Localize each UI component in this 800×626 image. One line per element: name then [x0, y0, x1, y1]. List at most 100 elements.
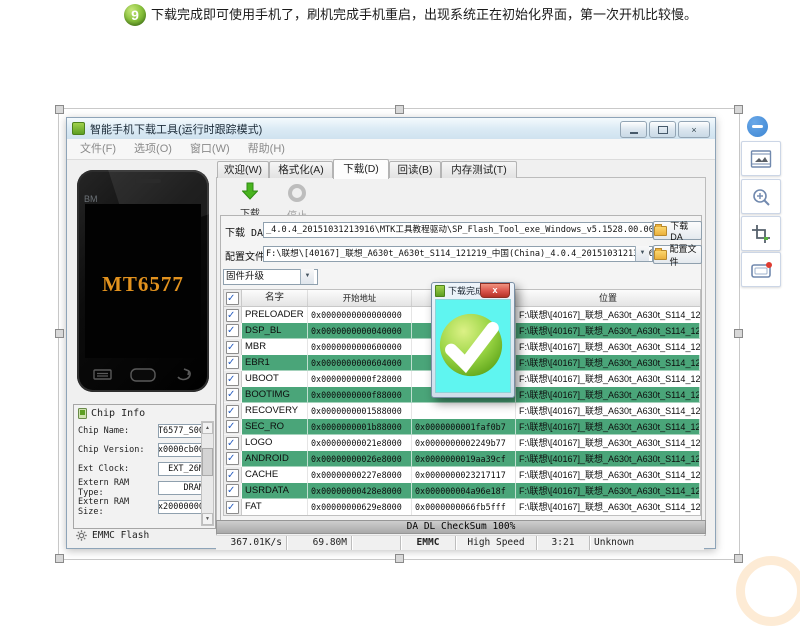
table-cell-start: 0x0000000000604000	[308, 355, 412, 371]
checkbox-checked-icon[interactable]	[226, 341, 239, 354]
checkbox-checked-icon[interactable]	[226, 420, 239, 433]
dialog-close-button[interactable]: x	[480, 283, 510, 298]
phone-preview: BM MT6577	[77, 170, 209, 392]
table-row[interactable]: FAT0x00000000629e80000x0000000066fb5fffF…	[224, 499, 700, 515]
screenshot-canvas: 9 下载完成即可使用手机了，刷机完成手机重启，出现系统正在初始化界面，第一次开机…	[0, 0, 800, 595]
scroll-down-icon[interactable]: ▼	[202, 513, 213, 525]
table-cell-loc: F:\联想\[40167]_联想_A630t_A630t_S114_121219…	[516, 419, 700, 435]
selection-handle[interactable]	[55, 554, 64, 563]
image-preview-button[interactable]	[741, 141, 781, 176]
table-cell-start: 0x00000000021e8000	[308, 435, 412, 451]
scatter-label: 配置文件	[225, 248, 265, 263]
screenshot-button[interactable]	[741, 252, 781, 287]
tab-3[interactable]: 回读(B)	[389, 161, 441, 178]
table-cell-end: 0x0000000066fb5fff	[412, 499, 516, 515]
checkbox-checked-icon[interactable]	[226, 469, 239, 482]
checkbox-checked-icon[interactable]	[226, 405, 239, 418]
stop-icon	[288, 184, 306, 202]
selection-handle[interactable]	[395, 105, 404, 114]
flash-type-row: EMMC Flash	[76, 530, 149, 541]
step-number-badge: 9	[124, 4, 146, 26]
scroll-thumb[interactable]	[202, 448, 213, 476]
menu-item-3[interactable]: 帮助(H)	[239, 139, 294, 159]
gear-icon	[76, 530, 87, 541]
chip-field-value[interactable]: 0x20000000	[158, 500, 206, 514]
da-browse-button[interactable]: 下载 DA	[653, 221, 702, 240]
status-cell-1: 69.80M	[287, 536, 352, 550]
table-cell-start: 0x0000000000000000	[308, 307, 412, 323]
crop-button[interactable]	[741, 216, 781, 251]
row-checkbox-cell	[224, 355, 242, 371]
table-cell-loc: F:\联想\[40167]_联想_A630t_A630t_S114_121219…	[516, 403, 700, 419]
checkbox-checked-icon[interactable]	[226, 452, 239, 465]
checkbox-checked-icon[interactable]	[226, 373, 239, 386]
checkbox-checked-icon[interactable]	[226, 501, 239, 514]
chip-scrollbar[interactable]: ▲ ▼	[201, 421, 214, 526]
table-cell-start: 0x0000000000f28000	[308, 371, 412, 387]
selection-handle[interactable]	[395, 554, 404, 563]
window-title: 智能手机下载工具(运行时跟踪模式)	[90, 121, 262, 137]
zoom-in-button[interactable]	[741, 179, 781, 214]
table-header-cell: 开始地址	[308, 290, 412, 306]
selection-handle[interactable]	[55, 105, 64, 114]
table-cell-name: UBOOT	[242, 371, 308, 387]
table-cell-start: 0x0000000000600000	[308, 339, 412, 355]
chip-field-label: Ext Clock:	[78, 464, 158, 474]
minimize-icon	[630, 132, 638, 134]
menu-item-0[interactable]: 文件(F)	[71, 139, 125, 159]
scatter-path-combo[interactable]: F:\联想\[40167]_联想_A630t_A630t_S114_121219…	[263, 246, 653, 262]
scatter-browse-button[interactable]: 配置文件	[653, 245, 702, 264]
da-path-input[interactable]: _4.0.4_20151031213916\MTK工具教程驱动\SP_Flash…	[263, 222, 653, 238]
table-row[interactable]: ANDROID0x00000000026e80000x0000000019aa3…	[224, 451, 700, 467]
corner-watermark	[736, 556, 800, 626]
checkbox-checked-icon[interactable]	[226, 356, 239, 369]
window-titlebar[interactable]: 智能手机下载工具(运行时跟踪模式)	[67, 118, 715, 140]
tab-2[interactable]: 下载(D)	[333, 159, 389, 179]
checkbox-checked-icon[interactable]	[226, 388, 239, 401]
table-row[interactable]: SEC_RO0x0000000001b880000x0000000001faf0…	[224, 419, 700, 435]
row-checkbox-cell	[224, 339, 242, 355]
menu-item-2[interactable]: 窗口(W)	[181, 139, 239, 159]
tab-0[interactable]: 欢迎(W)	[217, 161, 269, 178]
table-row[interactable]: LOGO0x00000000021e80000x0000000002249b77…	[224, 435, 700, 451]
chevron-down-icon[interactable]: ▼	[635, 246, 649, 261]
scroll-up-icon[interactable]: ▲	[202, 422, 213, 434]
table-cell-start: 0x0000000000f88000	[308, 387, 412, 403]
screenshot-icon	[750, 260, 772, 280]
status-cell-5: 3:21	[537, 536, 590, 550]
selection-handle[interactable]	[734, 329, 743, 338]
row-checkbox-cell	[224, 307, 242, 323]
table-row[interactable]: CACHE0x00000000227e80000x000000002321711…	[224, 467, 700, 483]
selection-handle[interactable]	[734, 554, 743, 563]
tab-4[interactable]: 内存测试(T)	[441, 161, 517, 178]
chip-icon	[78, 408, 87, 419]
status-cell-2	[352, 536, 401, 550]
chip-field-value[interactable]: MT6577_S00	[158, 424, 206, 438]
selection-handle[interactable]	[55, 329, 64, 338]
chip-field-value[interactable]: DRAM	[158, 481, 206, 495]
table-row[interactable]: RECOVERY0x0000000001588000F:\联想\[40167]_…	[224, 403, 700, 419]
chip-field-row: Chip Version:0x0000cb00	[74, 440, 215, 459]
checkbox-checked-icon[interactable]	[226, 324, 239, 337]
home-key-icon	[130, 368, 156, 382]
chip-field-value[interactable]: EXT_26M	[158, 462, 206, 476]
collapse-minus-button[interactable]	[747, 116, 768, 137]
menu-item-1[interactable]: 选项(O)	[125, 139, 181, 159]
table-cell-name: USRDATA	[242, 483, 308, 499]
minimize-button[interactable]	[620, 121, 647, 138]
menu-bar: 文件(F)选项(O)窗口(W)帮助(H)	[67, 139, 715, 160]
checkbox-checked-icon[interactable]	[226, 437, 239, 450]
table-row[interactable]: USRDATA0x00000000428e80000x000000004a96e…	[224, 483, 700, 499]
table-cell-loc: F:\联想\[40167]_联想_A630t_A630t_S114_121219…	[516, 483, 700, 499]
checkbox-checked-icon[interactable]	[226, 484, 239, 497]
tab-1[interactable]: 格式化(A)	[269, 161, 333, 178]
selection-handle[interactable]	[734, 105, 743, 114]
checkbox-checked-icon[interactable]	[226, 309, 239, 322]
chevron-down-icon[interactable]: ▼	[300, 269, 314, 284]
maximize-button[interactable]	[649, 121, 676, 138]
checkbox-checked-icon[interactable]	[226, 292, 239, 305]
row-checkbox-cell	[224, 403, 242, 419]
chip-field-value[interactable]: 0x0000cb00	[158, 443, 206, 457]
close-icon: ×	[691, 125, 696, 135]
close-button[interactable]: ×	[678, 121, 710, 138]
